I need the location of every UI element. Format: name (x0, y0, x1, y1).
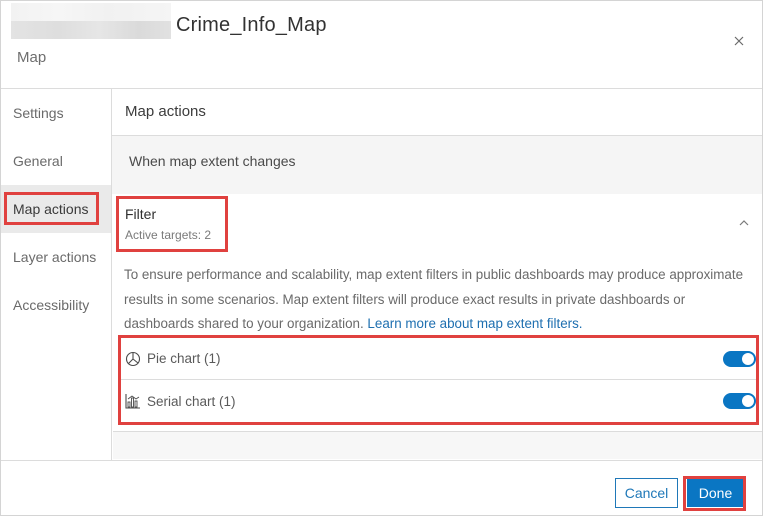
sidebar-item-label: General (13, 153, 63, 169)
sidebar-item-accessibility[interactable]: Accessibility (1, 281, 111, 329)
sidebar-item-settings[interactable]: Settings (1, 89, 111, 137)
target-label: Pie chart (1) (147, 351, 221, 366)
filter-title: Filter (125, 206, 157, 222)
sidebar-item-layer-actions[interactable]: Layer actions (1, 233, 111, 281)
sidebar-item-label: Map actions (13, 201, 89, 217)
dialog-subtitle: Map (17, 49, 47, 66)
redacted-title-prefix (11, 3, 171, 39)
pie-chart-icon (125, 351, 141, 366)
sidebar-item-general[interactable]: General (1, 137, 111, 185)
dialog-header: Crime_Info_Map Map (1, 1, 762, 89)
sidebar: Settings General Map actions Layer actio… (1, 89, 112, 460)
close-button[interactable] (729, 31, 749, 51)
filter-targets-list: Pie chart (1) Serial chart (1) (118, 335, 759, 425)
dialog-title: Crime_Info_Map (176, 14, 327, 36)
dialog-footer: Cancel Done (1, 460, 762, 516)
sidebar-item-label: Layer actions (13, 249, 97, 265)
sidebar-item-label: Settings (13, 105, 64, 121)
learn-more-link[interactable]: Learn more about map extent filters. (367, 316, 582, 331)
target-label: Serial chart (1) (147, 393, 236, 409)
cancel-button[interactable]: Cancel (615, 478, 678, 508)
close-icon (734, 36, 744, 46)
section-title: Map actions (125, 103, 206, 120)
serial-chart-icon (125, 394, 140, 409)
filter-accordion-header[interactable]: Filter Active targets: 2 (112, 194, 762, 254)
pie-chart-toggle[interactable] (723, 350, 756, 367)
trigger-section: When map extent changes (112, 136, 762, 194)
map-settings-dialog: Crime_Info_Map Map Settings General Map … (0, 0, 763, 516)
done-button[interactable]: Done (687, 479, 744, 507)
filter-info-text: To ensure performance and scalability, m… (124, 263, 754, 337)
serial-chart-toggle[interactable] (723, 393, 756, 409)
trigger-label: When map extent changes (129, 153, 296, 169)
target-row-pie-chart: Pie chart (1) (121, 338, 756, 380)
sidebar-item-map-actions[interactable]: Map actions (1, 185, 111, 233)
sidebar-item-label: Accessibility (13, 297, 90, 313)
chevron-up-icon[interactable] (738, 218, 750, 228)
panel-bottom-band (113, 431, 762, 459)
filter-active-targets: Active targets: 2 (125, 228, 212, 242)
target-row-serial-chart: Serial chart (1) (121, 380, 756, 422)
